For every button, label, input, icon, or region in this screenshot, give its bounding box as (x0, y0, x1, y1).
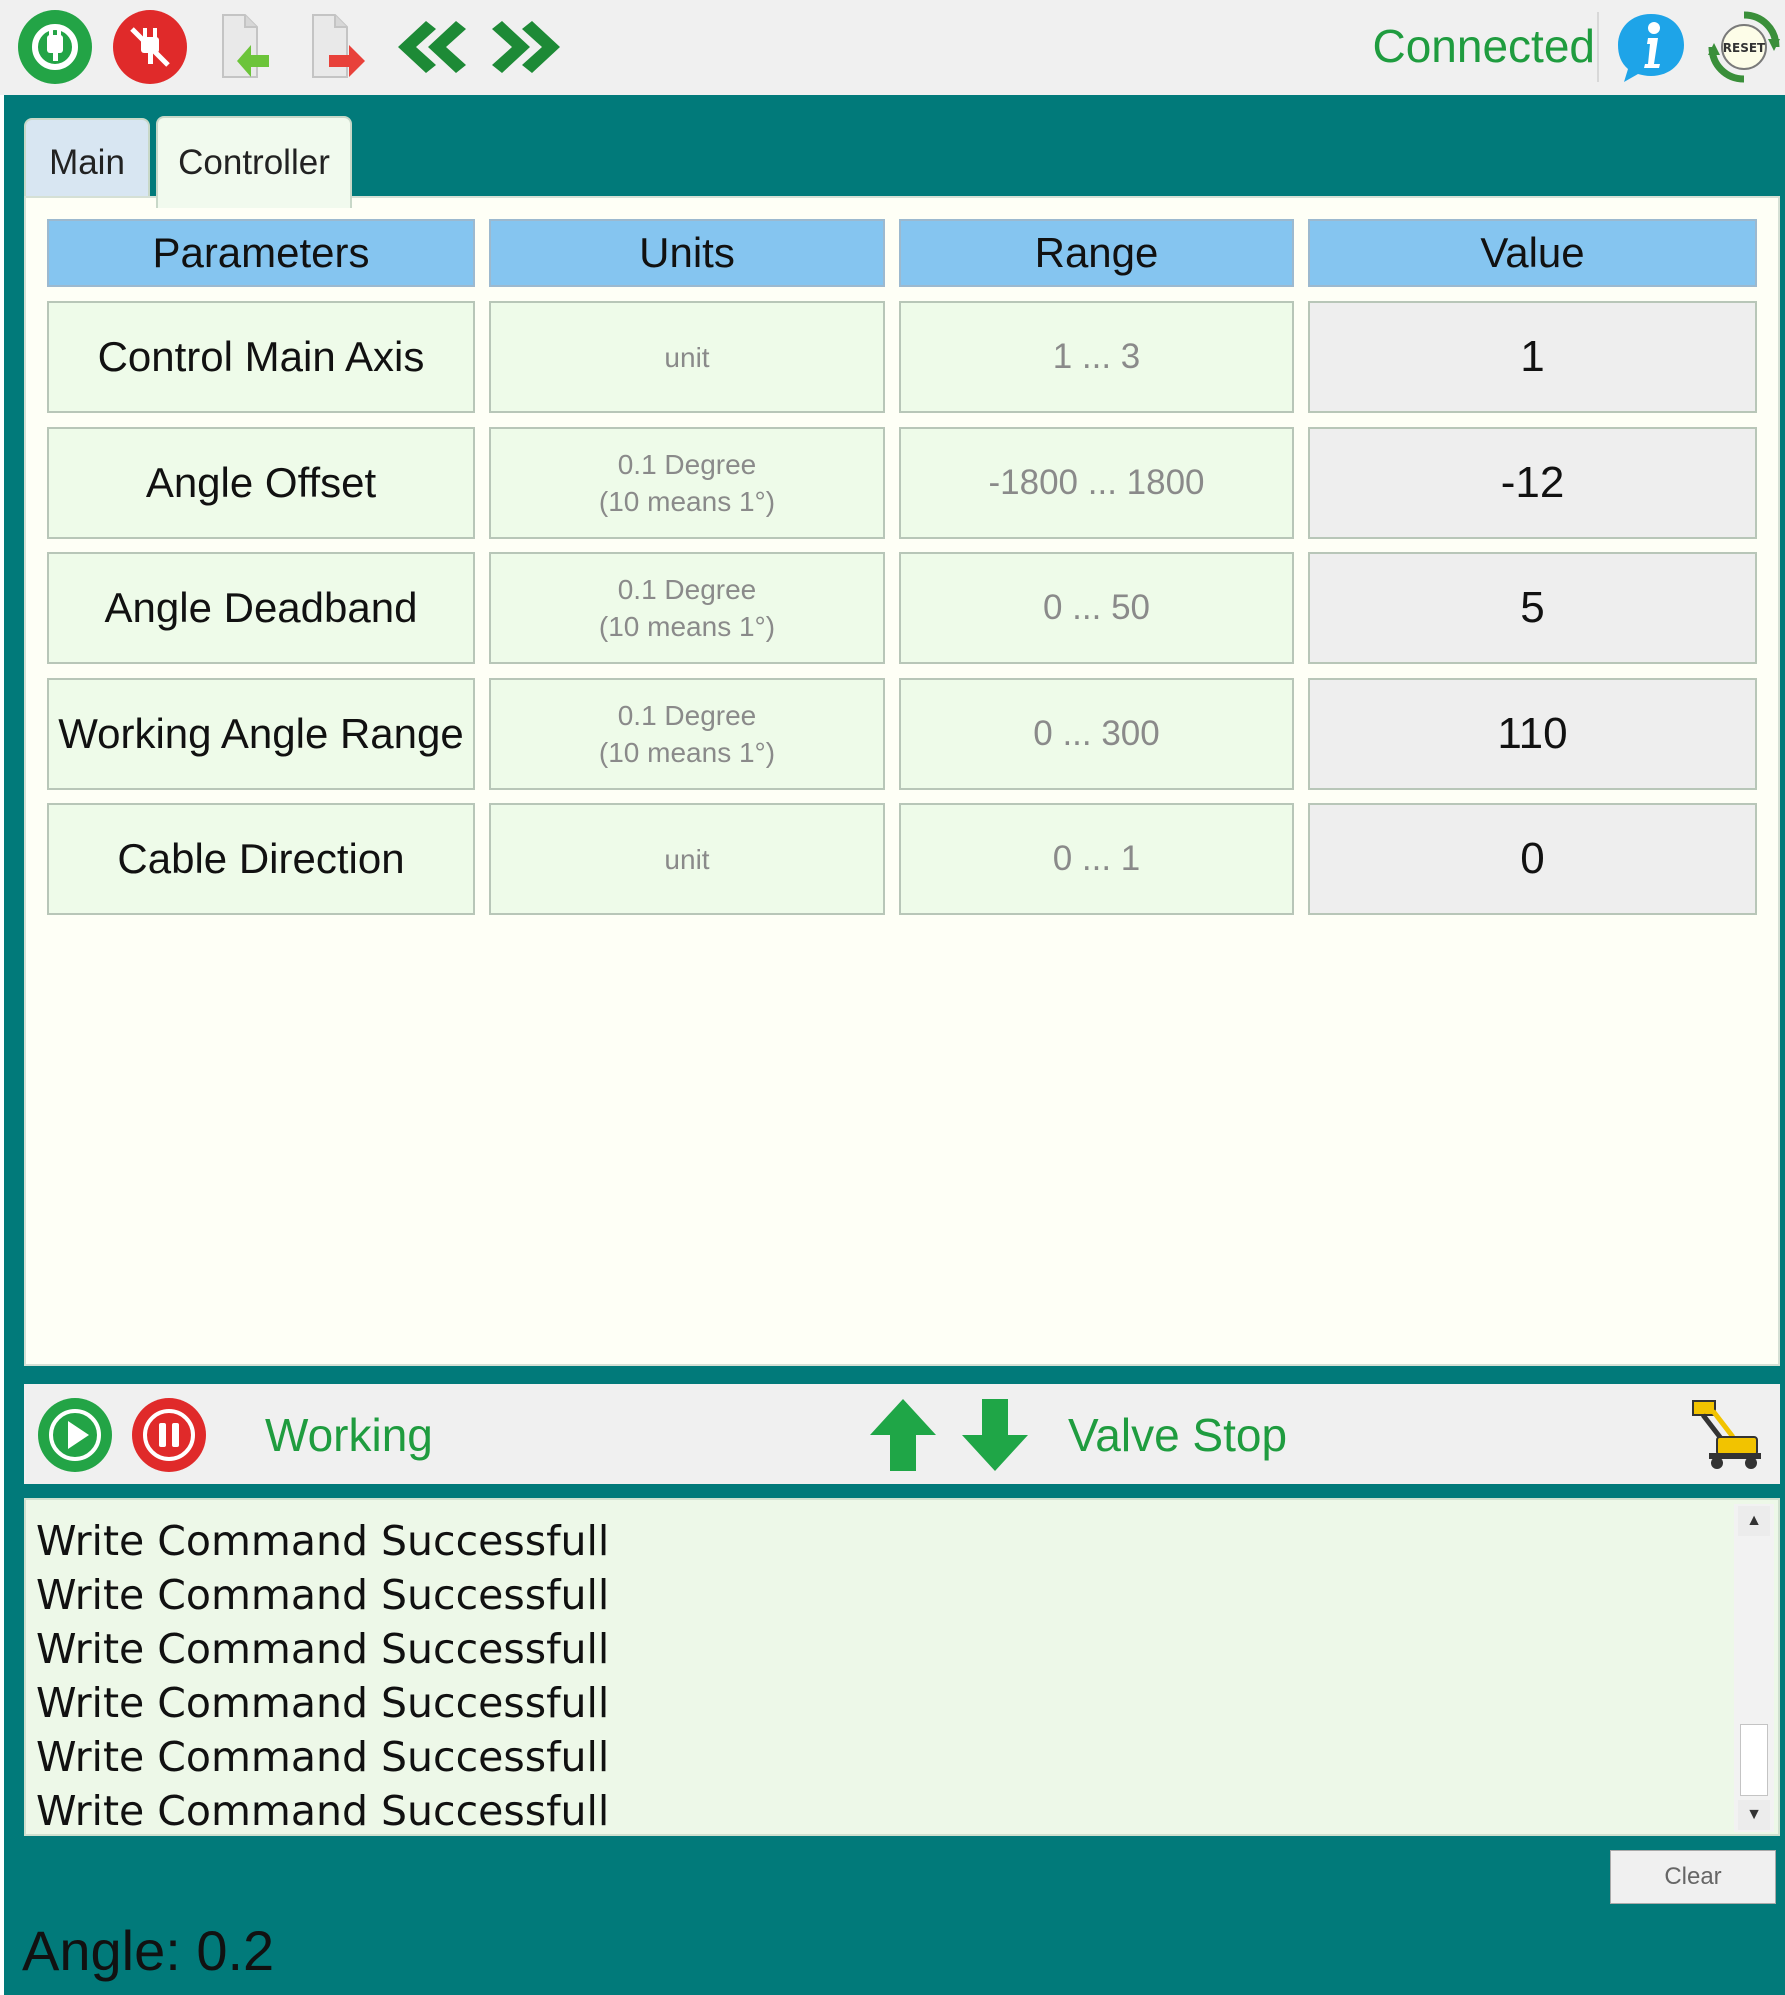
units-line: 0.1 Degree (617, 574, 757, 605)
units-line: (10 means 1°) (598, 486, 776, 517)
header-range: Range (899, 219, 1294, 287)
log-line: Write Command Successfull (36, 1517, 610, 1565)
param-name: Working Angle Range (47, 678, 475, 790)
connect-icon (18, 10, 92, 84)
valve-status: Valve Stop (1068, 1409, 1288, 1461)
next-button[interactable] (487, 8, 565, 86)
toolbar: Connected RESET (0, 0, 1785, 95)
valve-down-button[interactable] (956, 1396, 1034, 1474)
reset-icon: RESET (1708, 11, 1780, 83)
param-range: -1800 ... 1800 (899, 427, 1294, 539)
param-units: unit (489, 803, 885, 915)
log-line: Write Command Successfull (36, 1733, 610, 1781)
previous-button[interactable] (393, 8, 471, 86)
param-name: Angle Deadband (47, 552, 475, 664)
param-units: unit (489, 301, 885, 413)
param-name: Cable Direction (47, 803, 475, 915)
log-scrollbar[interactable]: ▲ ▼ (1734, 1504, 1774, 1832)
working-status: Working (265, 1409, 433, 1461)
param-units: 0.1 Degree (10 means 1°) (489, 678, 885, 790)
scroll-up-icon[interactable]: ▲ (1738, 1506, 1770, 1536)
arrow-down-icon (962, 1399, 1028, 1471)
log-line: Write Command Successfull (36, 1787, 610, 1835)
read-button[interactable] (206, 8, 284, 86)
pause-button[interactable] (130, 1396, 208, 1474)
param-value-working-angle-range[interactable]: 110 (1308, 678, 1757, 790)
param-name: Angle Offset (47, 427, 475, 539)
tab-main-label: Main (49, 143, 125, 182)
tab-main[interactable]: Main (24, 118, 150, 206)
app-window: Connected RESET Main Controller Paramete… (0, 0, 1785, 1995)
disconnect-button[interactable] (111, 8, 189, 86)
log-line: Write Command Successfull (36, 1625, 610, 1673)
header-parameters: Parameters (47, 219, 475, 287)
param-range: 1 ... 3 (899, 301, 1294, 413)
angle-readout: Angle: 0.2 (22, 1919, 275, 1982)
param-units: 0.1 Degree (10 means 1°) (489, 552, 885, 664)
start-button[interactable] (36, 1396, 114, 1474)
reset-button[interactable]: RESET (1705, 8, 1783, 86)
write-button[interactable] (300, 8, 378, 86)
param-value-cable-direction[interactable]: 0 (1308, 803, 1757, 915)
log-line: Write Command Successfull (36, 1679, 610, 1727)
header-value: Value (1308, 219, 1757, 287)
header-units: Units (489, 219, 885, 287)
toolbar-divider (1597, 12, 1599, 82)
param-range: 0 ... 300 (899, 678, 1294, 790)
param-value-angle-deadband[interactable]: 5 (1308, 552, 1757, 664)
log-line: Write Command Successfull (36, 1571, 610, 1619)
log-lines: Write Command Successfull Write Command … (36, 1514, 609, 1838)
param-range: 0 ... 50 (899, 552, 1294, 664)
connection-status: Connected (1372, 20, 1596, 72)
units-line: (10 means 1°) (598, 611, 776, 642)
reset-icon-text: RESET (1723, 41, 1766, 55)
scrollbar-thumb[interactable] (1740, 1724, 1768, 1796)
machine-button[interactable] (1688, 1396, 1766, 1474)
message-log[interactable]: Write Command Successfull Write Command … (24, 1498, 1780, 1836)
units-line: unit (664, 341, 710, 373)
pause-icon (132, 1398, 206, 1472)
units-line: 0.1 Degree (617, 700, 757, 731)
next-icon (492, 21, 560, 73)
valve-up-button[interactable] (864, 1396, 942, 1474)
tab-controller[interactable]: Controller (156, 116, 352, 208)
units-line: 0.1 Degree (617, 449, 757, 480)
info-icon (1618, 14, 1684, 82)
scroll-down-icon[interactable]: ▼ (1738, 1800, 1770, 1830)
units-line: unit (664, 843, 710, 875)
disconnect-icon (113, 10, 187, 84)
param-value-angle-offset[interactable]: -12 (1308, 427, 1757, 539)
play-icon (38, 1398, 112, 1472)
aerial-lift-icon (1692, 1400, 1761, 1469)
read-icon (222, 14, 269, 78)
param-value-control-main-axis[interactable]: 1 (1308, 301, 1757, 413)
tab-controller-label: Controller (178, 143, 330, 182)
connect-button[interactable] (16, 8, 94, 86)
arrow-up-icon (870, 1399, 936, 1471)
param-range: 0 ... 1 (899, 803, 1294, 915)
units-line: (10 means 1°) (598, 737, 776, 768)
clear-button[interactable]: Clear (1610, 1850, 1776, 1904)
info-button[interactable] (1612, 8, 1690, 86)
previous-icon (398, 21, 466, 73)
write-icon (312, 14, 365, 78)
param-units: 0.1 Degree (10 means 1°) (489, 427, 885, 539)
param-name: Control Main Axis (47, 301, 475, 413)
